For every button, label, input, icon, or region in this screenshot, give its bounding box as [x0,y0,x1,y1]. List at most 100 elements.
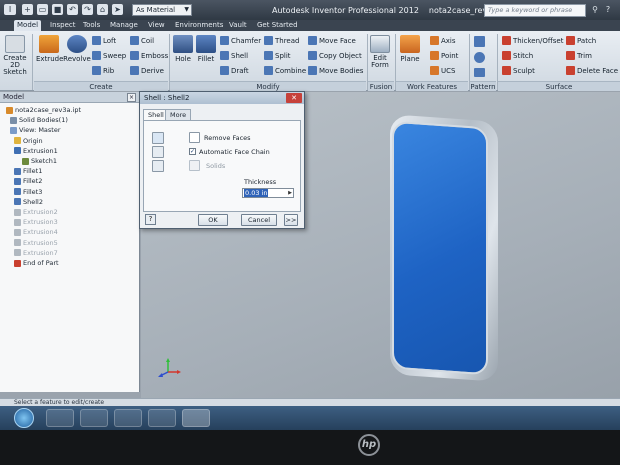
circular-pattern-button[interactable] [474,52,485,63]
tree-item[interactable]: Fillet3 [14,188,42,196]
move-bodies-button[interactable]: Move Bodies [308,66,363,75]
copy-object-button[interactable]: Copy Object [308,51,362,60]
patch-button[interactable]: Patch [566,36,596,45]
explorer-taskbar-icon[interactable] [80,409,108,427]
stitch-button[interactable]: Stitch [502,51,533,60]
trim-button[interactable]: Trim [566,51,592,60]
thread-button[interactable]: Thread [264,36,299,45]
loft-button[interactable]: Loft [92,36,116,45]
sculpt-button[interactable]: Sculpt [502,66,535,75]
tree-item[interactable]: Fillet1 [14,167,42,175]
tab-model[interactable]: Model [14,20,42,31]
coil-button[interactable]: Coil [130,36,154,45]
tab-environments[interactable]: Environments [172,20,226,31]
close-icon[interactable]: ✕ [286,93,302,103]
thickness-input[interactable]: 0.03 in ▶ [242,188,294,198]
thicken-offset-button[interactable]: Thicken/Offset [502,36,563,45]
inventor-taskbar-icon[interactable] [182,409,210,427]
tree-item[interactable]: Shell2 [14,198,43,206]
app-menu-icon[interactable]: I [4,4,16,15]
chrome-taskbar-icon[interactable] [114,409,142,427]
tree-item[interactable]: Extrusion4 [14,228,58,236]
save-icon[interactable]: ■ [52,4,63,15]
auto-face-chain-checkbox[interactable]: ✓ [189,148,196,155]
shell-button[interactable]: Shell [220,51,248,60]
tab-manage[interactable]: Manage [107,20,141,31]
panel-create: Create [34,81,168,91]
hp-logo-icon: hp [358,434,380,456]
draft-button[interactable]: Draft [220,66,249,75]
tab-view[interactable]: View [145,20,168,31]
solids-select-icon[interactable] [189,160,200,171]
tree-item-label: Extrusion1 [23,146,58,155]
move-face-button[interactable]: Move Face [308,36,356,45]
inside-shell-icon[interactable] [152,132,164,144]
more-button[interactable]: >> [284,214,298,226]
revolve-button[interactable]: Revolve [63,35,91,63]
search-input[interactable]: Type a keyword or phrase [484,4,586,17]
sweep-button[interactable]: Sweep [92,51,126,60]
ok-button[interactable]: OK [198,214,228,226]
tree-item[interactable]: End of Part [14,259,59,267]
tree-item[interactable]: Sketch1 [22,157,57,165]
plane-button[interactable]: Plane [398,35,422,63]
mirror-button[interactable] [474,68,485,77]
derive-button[interactable]: Derive [130,66,164,75]
ie-taskbar-icon[interactable] [46,409,74,427]
coil-icon [130,36,139,45]
move-bodies-label: Move Bodies [319,66,364,75]
part-selected-face[interactable] [392,120,488,376]
tree-item[interactable]: Fillet2 [14,177,42,185]
tab-more[interactable]: More [165,109,192,120]
both-sides-shell-icon[interactable] [152,160,164,172]
create-sketch-button[interactable]: Create 2D Sketch [0,35,30,76]
undo-icon[interactable]: ↶ [67,4,78,15]
redo-icon[interactable]: ↷ [82,4,93,15]
tree-item[interactable]: Extrusion5 [14,239,58,247]
help-icon[interactable]: ? [603,5,613,15]
tab-tools[interactable]: Tools [80,20,103,31]
messenger-taskbar-icon[interactable] [148,409,176,427]
point-button[interactable]: Point [430,51,458,60]
combine-button[interactable]: Combine [264,66,306,75]
fillet-button[interactable]: Fillet [195,35,217,63]
rib-button[interactable]: Rib [92,66,114,75]
cancel-button[interactable]: Cancel [241,214,277,226]
tab-inspect[interactable]: Inspect [47,20,79,31]
tree-item[interactable]: Extrusion1 [14,147,58,155]
open-icon[interactable]: ▭ [37,4,48,15]
tree-item[interactable]: Extrusion7 [14,249,58,257]
new-icon[interactable]: + [22,4,33,15]
rectangular-pattern-button[interactable] [474,36,485,47]
outside-shell-icon[interactable] [152,146,164,158]
binoculars-icon[interactable]: ⚲ [590,5,600,15]
tree-item[interactable]: View: Master [10,126,61,134]
edit-form-button[interactable]: Edit Form [369,35,391,69]
tree-item[interactable]: Solid Bodies(1) [10,116,68,124]
help-button[interactable]: ? [145,214,156,225]
axis-button[interactable]: Axis [430,36,456,45]
hole-button[interactable]: Hole [172,35,194,63]
start-button[interactable] [14,408,34,428]
material-dropdown[interactable]: As Material ▼ [132,4,192,16]
tree-item[interactable]: Extrusion2 [14,208,58,216]
tree-item[interactable]: Origin [14,137,43,145]
tree-item[interactable]: nota2case_rev3a.ipt [6,106,81,114]
tree-item[interactable]: Extrusion3 [14,218,58,226]
delete-face-button[interactable]: Delete Face [566,66,618,75]
trim-label: Trim [577,51,592,60]
ucs-button[interactable]: UCS [430,66,455,75]
split-button[interactable]: Split [264,51,291,60]
move-bodies-icon [308,66,317,75]
chamfer-button[interactable]: Chamfer [220,36,261,45]
select-arrow-icon[interactable] [189,132,200,143]
home-icon[interactable]: ⌂ [97,4,108,15]
app-name: Autodesk Inventor Professional 2012 [272,6,419,15]
select-icon[interactable]: ➤ [112,4,123,15]
extrude-button[interactable]: Extrude [36,35,63,63]
tree-item-label: End of Part [23,259,59,267]
tab-get-started[interactable]: Get Started [254,20,301,31]
emboss-button[interactable]: Emboss [130,51,168,60]
tab-vault[interactable]: Vault [226,20,250,31]
close-icon[interactable]: × [127,93,136,102]
